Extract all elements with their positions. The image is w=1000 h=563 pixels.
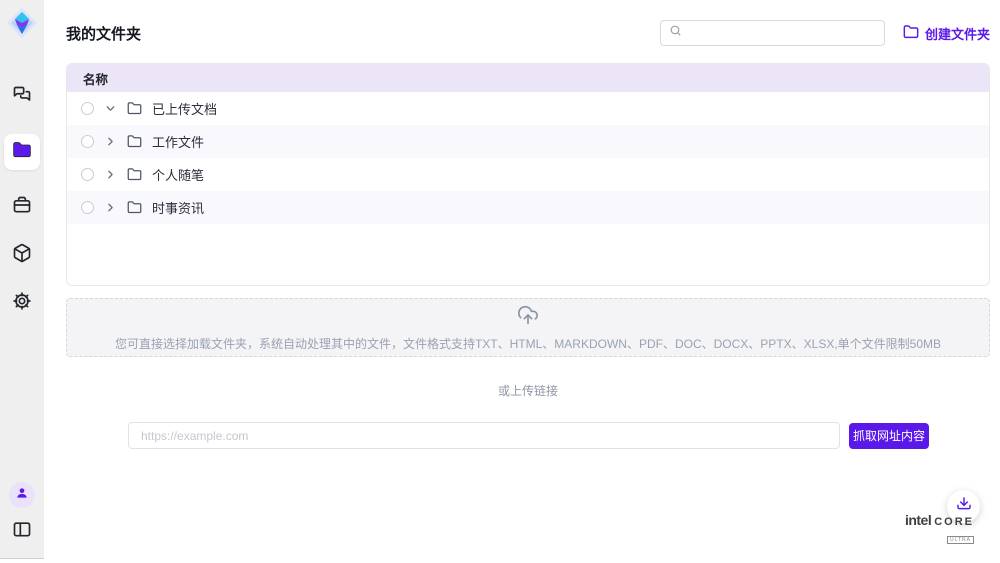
folder-name: 个人随笔 (152, 165, 204, 184)
app-logo-icon (5, 6, 39, 40)
cube-icon (12, 243, 32, 268)
sidebar-item-workspace[interactable] (11, 196, 33, 218)
create-folder-label: 创建文件夹 (925, 24, 990, 43)
folder-icon (12, 140, 32, 165)
folder-name: 时事资讯 (152, 198, 204, 217)
table-row[interactable]: 时事资讯 (67, 191, 989, 224)
upload-description: 您可直接选择加载文件夹，系统自动处理其中的文件，文件格式支持TXT、HTML、M… (115, 335, 941, 352)
chevron-right-icon[interactable] (104, 135, 117, 148)
user-icon (15, 486, 29, 505)
intel-sub-badge: ULTRA (947, 536, 974, 544)
intel-core-logo: intel CORE ULTRA (905, 512, 974, 546)
table-row[interactable]: 个人随笔 (67, 158, 989, 191)
folder-name: 已上传文档 (152, 99, 217, 118)
briefcase-icon (12, 195, 32, 220)
folder-table: 名称 已上传文档 工作文件 (66, 63, 990, 286)
folder-name: 工作文件 (152, 132, 204, 151)
page-title: 我的文件夹 (66, 23, 141, 44)
topbar: 我的文件夹 创建文件夹 (66, 20, 990, 46)
upload-dropzone[interactable]: 您可直接选择加载文件夹，系统自动处理其中的文件，文件格式支持TXT、HTML、M… (66, 298, 990, 357)
table-header-name: 名称 (67, 64, 989, 92)
intel-product-text: CORE (934, 516, 974, 528)
table-row[interactable]: 工作文件 (67, 125, 989, 158)
intel-brand-text: intel (905, 512, 931, 528)
chevron-down-icon[interactable] (104, 102, 117, 115)
search-input[interactable] (688, 26, 876, 40)
folder-icon (127, 167, 142, 182)
chevron-right-icon[interactable] (104, 168, 117, 181)
url-upload-row: 抓取网址内容 (128, 422, 990, 449)
main-content: 我的文件夹 创建文件夹 名称 (44, 0, 1000, 563)
sidebar-item-apps[interactable] (11, 244, 33, 266)
folder-plus-icon (903, 24, 919, 43)
create-folder-button[interactable]: 创建文件夹 (903, 24, 990, 43)
sidebar-item-chat[interactable] (11, 86, 33, 108)
row-checkbox[interactable] (81, 168, 94, 181)
folder-icon (127, 101, 142, 116)
row-checkbox[interactable] (81, 102, 94, 115)
search-icon (669, 24, 682, 42)
fetch-url-button[interactable]: 抓取网址内容 (849, 423, 929, 449)
account-button[interactable] (9, 482, 35, 508)
url-input[interactable] (128, 422, 840, 449)
table-row[interactable]: 已上传文档 (67, 92, 989, 125)
sidebar-item-folders[interactable] (4, 134, 40, 170)
panel-toggle-button[interactable] (11, 520, 33, 542)
row-checkbox[interactable] (81, 135, 94, 148)
folder-icon (127, 200, 142, 215)
sidebar-item-settings[interactable] (11, 292, 33, 314)
panel-icon (12, 519, 32, 544)
chevron-right-icon[interactable] (104, 201, 117, 214)
row-checkbox[interactable] (81, 201, 94, 214)
sidebar (0, 0, 44, 558)
gear-icon (12, 291, 32, 316)
chat-icon (12, 85, 32, 110)
or-upload-link-label: 或上传链接 (66, 382, 990, 399)
search-box[interactable] (660, 20, 885, 46)
cloud-upload-icon (517, 304, 539, 331)
folder-icon (127, 134, 142, 149)
